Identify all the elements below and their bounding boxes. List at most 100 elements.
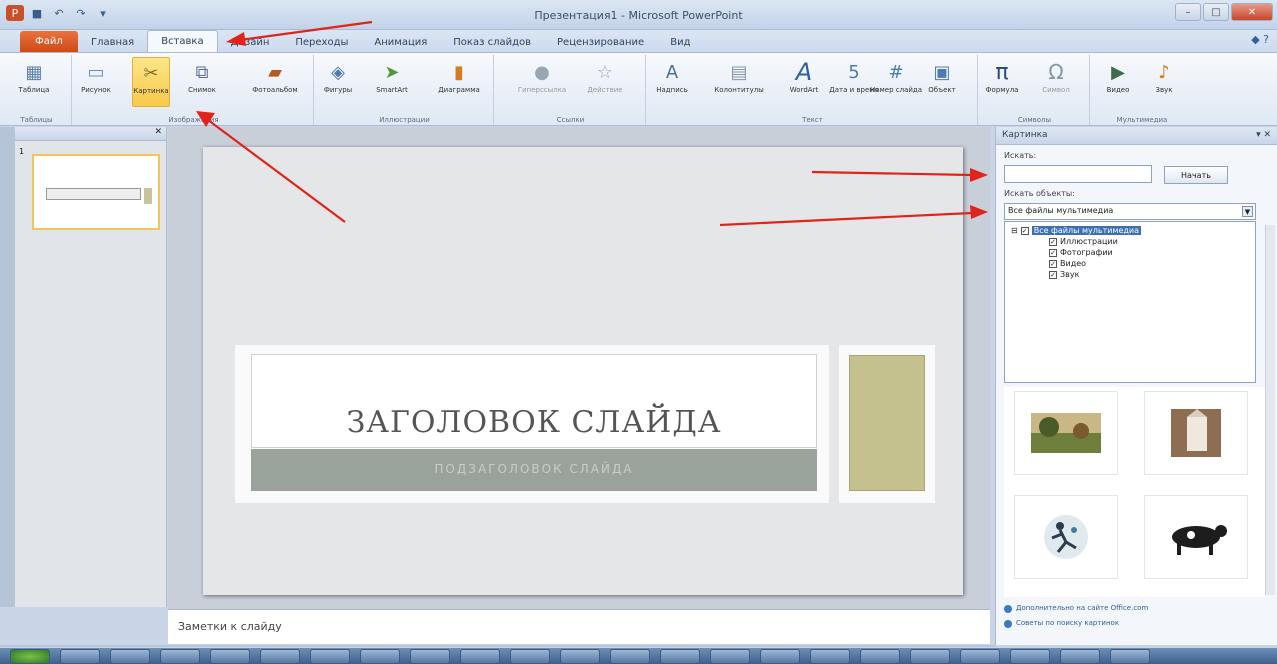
clipart-icon: ✂ bbox=[143, 62, 159, 84]
taskbar-item[interactable] bbox=[60, 649, 100, 664]
symbol-button[interactable]: Ω Символ bbox=[1038, 57, 1074, 107]
tab-file[interactable]: Файл bbox=[20, 31, 78, 52]
checkbox-icon[interactable]: ✓ bbox=[1049, 259, 1057, 268]
tab-transitions[interactable]: Переходы bbox=[282, 32, 361, 52]
help-icon bbox=[1004, 619, 1012, 628]
tree-item-video[interactable]: ✓ Видео bbox=[1049, 259, 1086, 268]
tab-animations[interactable]: Анимация bbox=[361, 32, 440, 52]
table-button[interactable]: ▦ Таблица bbox=[16, 57, 52, 107]
taskbar-item[interactable] bbox=[510, 649, 550, 664]
hyperlink-button[interactable]: ● Гиперссылка bbox=[514, 57, 570, 107]
window-title: Презентация1 - Microsoft PowerPoint bbox=[534, 9, 743, 22]
search-input[interactable] bbox=[1004, 165, 1152, 183]
header-footer-icon: ▤ bbox=[730, 61, 748, 83]
textbox-button[interactable]: A Надпись bbox=[654, 57, 690, 107]
video-button[interactable]: ▶ Видео bbox=[1100, 57, 1136, 107]
taskbar-item[interactable] bbox=[860, 649, 900, 664]
checkbox-icon[interactable]: ✓ bbox=[1020, 226, 1029, 235]
slide-canvas[interactable]: ЗАГОЛОВОК СЛАЙДА ПОДЗАГОЛОВОК СЛАЙДА bbox=[203, 147, 963, 595]
taskbar-item[interactable] bbox=[1110, 649, 1150, 664]
taskbar-item[interactable] bbox=[1060, 649, 1100, 664]
slide-editor: ЗАГОЛОВОК СЛАЙДА ПОДЗАГОЛОВОК СЛАЙДА bbox=[168, 127, 990, 609]
checkbox-icon[interactable]: ✓ bbox=[1049, 248, 1057, 257]
screenshot-icon: ⧉ bbox=[195, 61, 209, 83]
picture-button[interactable]: ▭ Рисунок bbox=[78, 57, 114, 107]
datetime-button[interactable]: 5 Дата и время bbox=[829, 57, 879, 107]
office-link[interactable]: Дополнительно на сайте Office.com bbox=[1004, 601, 1148, 616]
wordart-icon: A bbox=[795, 58, 813, 86]
tree-item-audio[interactable]: ✓ Звук bbox=[1049, 270, 1079, 279]
search-go-button[interactable]: Начать bbox=[1164, 166, 1228, 184]
taskbar-item[interactable] bbox=[610, 649, 650, 664]
tab-view[interactable]: Вид bbox=[657, 32, 703, 52]
chart-icon: ▮ bbox=[454, 61, 464, 83]
media-type-select[interactable]: Все файлы мультимедиа ▼ bbox=[1004, 203, 1256, 220]
taskbar-item[interactable] bbox=[1010, 649, 1050, 664]
title-placeholder[interactable]: ЗАГОЛОВОК СЛАЙДА bbox=[251, 354, 817, 448]
taskbar-item[interactable] bbox=[660, 649, 700, 664]
chart-button[interactable]: ▮ Диаграмма bbox=[434, 57, 484, 107]
results-scrollbar[interactable] bbox=[1265, 225, 1275, 595]
header-footer-button[interactable]: ▤ Колонтитулы bbox=[714, 57, 763, 107]
equation-button[interactable]: π Формула bbox=[984, 57, 1020, 107]
pane-options-icon[interactable]: ▾ ✕ bbox=[1256, 130, 1271, 141]
shapes-button[interactable]: ◈ Фигуры bbox=[320, 57, 356, 107]
slide-number-button[interactable]: # Номер слайда bbox=[870, 57, 922, 107]
taskbar-item[interactable] bbox=[960, 649, 1000, 664]
clipart-result-runners[interactable] bbox=[1014, 495, 1118, 579]
clipart-pane-title: Картинка bbox=[1002, 130, 1048, 140]
maximize-button[interactable]: □ bbox=[1203, 3, 1229, 21]
object-button[interactable]: ▣ Объект bbox=[924, 57, 960, 107]
minimize-button[interactable]: – bbox=[1175, 3, 1201, 21]
audio-button[interactable]: ♪ Звук bbox=[1146, 57, 1182, 107]
search-tips-link[interactable]: Советы по поиску картинок bbox=[1004, 616, 1148, 631]
checkbox-icon[interactable]: ✓ bbox=[1049, 270, 1057, 279]
subtitle-placeholder[interactable]: ПОДЗАГОЛОВОК СЛАЙДА bbox=[251, 449, 817, 491]
taskbar-item[interactable] bbox=[910, 649, 950, 664]
taskbar bbox=[0, 648, 1277, 664]
taskbar-item[interactable] bbox=[560, 649, 600, 664]
taskbar-item[interactable] bbox=[160, 649, 200, 664]
screenshot-button[interactable]: ⧉ Снимок bbox=[184, 57, 220, 107]
taskbar-item[interactable] bbox=[210, 649, 250, 664]
taskbar-item[interactable] bbox=[460, 649, 500, 664]
action-button[interactable]: ☆ Действие bbox=[580, 57, 630, 107]
tab-review[interactable]: Рецензирование bbox=[544, 32, 657, 52]
clipart-button[interactable]: ✂ Картинка bbox=[132, 57, 170, 107]
photoalbum-button[interactable]: ▰ Фотоальбом bbox=[250, 57, 300, 107]
smartart-button[interactable]: ➤ SmartArt bbox=[374, 57, 410, 107]
checkbox-icon[interactable]: ✓ bbox=[1049, 237, 1057, 246]
taskbar-item[interactable] bbox=[260, 649, 300, 664]
group-tables: ▦ Таблица Таблицы bbox=[2, 55, 72, 125]
collapse-icon[interactable]: ⊟ bbox=[1011, 226, 1018, 235]
taskbar-item[interactable] bbox=[760, 649, 800, 664]
slide-thumbnail[interactable] bbox=[32, 154, 160, 230]
notes-pane[interactable]: Заметки к слайду bbox=[168, 609, 990, 644]
close-button[interactable]: ✕ bbox=[1231, 3, 1273, 21]
taskbar-item[interactable] bbox=[410, 649, 450, 664]
tab-slideshow[interactable]: Показ слайдов bbox=[440, 32, 544, 52]
clipart-result-church[interactable] bbox=[1144, 391, 1248, 475]
taskbar-item[interactable] bbox=[360, 649, 400, 664]
accent-rectangle bbox=[849, 355, 925, 491]
smartart-icon: ➤ bbox=[384, 61, 400, 83]
table-icon: ▦ bbox=[25, 61, 43, 83]
tree-item-all[interactable]: ⊟ ✓ Все файлы мультимедиа bbox=[1011, 226, 1142, 235]
close-pane-icon[interactable]: ✕ bbox=[154, 127, 162, 140]
start-button[interactable] bbox=[10, 649, 50, 664]
clipart-result-cow[interactable] bbox=[1144, 495, 1248, 579]
group-images: ▭ Рисунок ✂ Картинка ⧉ Снимок ▰ Фотоальб… bbox=[74, 55, 314, 125]
taskbar-item[interactable] bbox=[810, 649, 850, 664]
help-icon[interactable]: ◆ ? bbox=[1251, 33, 1269, 46]
tab-insert[interactable]: Вставка bbox=[147, 30, 218, 52]
taskbar-item[interactable] bbox=[310, 649, 350, 664]
chevron-down-icon[interactable]: ▼ bbox=[1242, 206, 1253, 217]
tab-design[interactable]: Дизайн bbox=[218, 32, 283, 52]
wordart-button[interactable]: A WordArt bbox=[786, 57, 822, 107]
clipart-result-photo[interactable] bbox=[1014, 391, 1118, 475]
tree-item-illustrations[interactable]: ✓ Иллюстрации bbox=[1049, 237, 1118, 246]
taskbar-item[interactable] bbox=[710, 649, 750, 664]
tree-item-photos[interactable]: ✓ Фотографии bbox=[1049, 248, 1113, 257]
taskbar-item[interactable] bbox=[110, 649, 150, 664]
tab-home[interactable]: Главная bbox=[78, 32, 147, 52]
